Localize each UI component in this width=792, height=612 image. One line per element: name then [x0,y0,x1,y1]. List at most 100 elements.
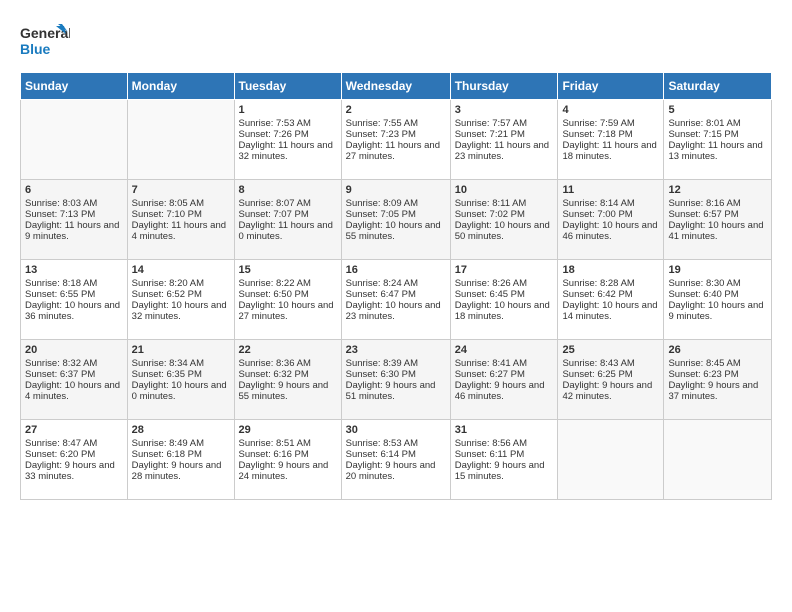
sunrise-text: Sunrise: 8:16 AM [668,198,767,209]
daylight-text: Daylight: 9 hours and 55 minutes. [239,380,337,402]
day-number: 27 [25,424,123,436]
day-cell: 12 Sunrise: 8:16 AMSunset: 6:57 PMDayligh… [664,180,772,260]
sunset-text: Sunset: 6:14 PM [346,449,446,460]
logo: GeneralBlue [20,20,70,62]
daylight-text: Daylight: 10 hours and 9 minutes. [668,300,767,322]
header-day-sunday: Sunday [21,73,128,100]
sunset-text: Sunset: 6:30 PM [346,369,446,380]
daylight-text: Daylight: 11 hours and 32 minutes. [239,140,337,162]
daylight-text: Daylight: 10 hours and 18 minutes. [455,300,554,322]
sunset-text: Sunset: 7:18 PM [562,129,659,140]
day-cell: 10Sunrise: 8:11 AMSunset: 7:02 PMDayligh… [450,180,558,260]
day-number: 18 [562,264,659,276]
day-number: 16 [346,264,446,276]
sunrise-text: Sunrise: 8:07 AM [239,198,337,209]
day-number: 17 [455,264,554,276]
daylight-text: Daylight: 9 hours and 42 minutes. [562,380,659,402]
header-day-thursday: Thursday [450,73,558,100]
sunrise-text: Sunrise: 8:34 AM [132,358,230,369]
daylight-text: Daylight: 9 hours and 46 minutes. [455,380,554,402]
daylight-text: Daylight: 10 hours and 14 minutes. [562,300,659,322]
header-day-saturday: Saturday [664,73,772,100]
sunset-text: Sunset: 6:27 PM [455,369,554,380]
day-cell: 30Sunrise: 8:53 AMSunset: 6:14 PMDayligh… [341,420,450,500]
day-number: 23 [346,344,446,356]
sunrise-text: Sunrise: 8:05 AM [132,198,230,209]
day-number: 13 [25,264,123,276]
day-cell: 14Sunrise: 8:20 AMSunset: 6:52 PMDayligh… [127,260,234,340]
day-cell: 5Sunrise: 8:01 AMSunset: 7:15 PMDaylight… [664,100,772,180]
sunrise-text: Sunrise: 8:39 AM [346,358,446,369]
sunrise-text: Sunrise: 8:01 AM [668,118,767,129]
day-number: 9 [346,184,446,196]
daylight-text: Daylight: 10 hours and 27 minutes. [239,300,337,322]
sunrise-text: Sunrise: 8:18 AM [25,278,123,289]
week-row-1: 6Sunrise: 8:03 AMSunset: 7:13 PMDaylight… [21,180,772,260]
sunrise-text: Sunrise: 8:51 AM [239,438,337,449]
sunset-text: Sunset: 7:05 PM [346,209,446,220]
daylight-text: Daylight: 11 hours and 9 minutes. [25,220,123,242]
day-cell [21,100,128,180]
daylight-text: Daylight: 10 hours and 0 minutes. [132,380,230,402]
sunrise-text: Sunrise: 8:49 AM [132,438,230,449]
daylight-text: Daylight: 9 hours and 51 minutes. [346,380,446,402]
daylight-text: Daylight: 10 hours and 50 minutes. [455,220,554,242]
sunset-text: Sunset: 6:23 PM [668,369,767,380]
day-cell: 17 Sunrise: 8:26 AMSunset: 6:45 PMDayligh… [450,260,558,340]
header-day-tuesday: Tuesday [234,73,341,100]
sunset-text: Sunset: 6:47 PM [346,289,446,300]
day-cell: 11Sunrise: 8:14 AMSunset: 7:00 PMDayligh… [558,180,664,260]
daylight-text: Daylight: 9 hours and 28 minutes. [132,460,230,482]
day-cell: 2Sunrise: 7:55 AMSunset: 7:23 PMDaylight… [341,100,450,180]
day-cell: 4Sunrise: 7:59 AMSunset: 7:18 PMDaylight… [558,100,664,180]
daylight-text: Daylight: 11 hours and 23 minutes. [455,140,554,162]
sunrise-text: Sunrise: 8:53 AM [346,438,446,449]
daylight-text: Daylight: 10 hours and 23 minutes. [346,300,446,322]
day-cell: 25Sunrise: 8:43 AMSunset: 6:25 PMDayligh… [558,340,664,420]
sunrise-text: Sunrise: 7:59 AM [562,118,659,129]
day-number: 21 [132,344,230,356]
daylight-text: Daylight: 10 hours and 41 minutes. [668,220,767,242]
sunset-text: Sunset: 6:57 PM [668,209,767,220]
sunset-text: Sunset: 6:16 PM [239,449,337,460]
sunrise-text: Sunrise: 7:55 AM [346,118,446,129]
sunset-text: Sunset: 6:40 PM [668,289,767,300]
sunrise-text: Sunrise: 8:30 AM [668,278,767,289]
daylight-text: Daylight: 10 hours and 32 minutes. [132,300,230,322]
day-number: 29 [239,424,337,436]
sunset-text: Sunset: 6:11 PM [455,449,554,460]
daylight-text: Daylight: 10 hours and 4 minutes. [25,380,123,402]
day-cell: 13Sunrise: 8:18 AMSunset: 6:55 PMDayligh… [21,260,128,340]
sunrise-text: Sunrise: 8:43 AM [562,358,659,369]
day-cell: 16Sunrise: 8:24 AMSunset: 6:47 PMDayligh… [341,260,450,340]
sunrise-text: Sunrise: 8:26 AM [455,278,554,289]
sunset-text: Sunset: 6:55 PM [25,289,123,300]
day-number: 6 [25,184,123,196]
sunrise-text: Sunrise: 8:56 AM [455,438,554,449]
day-number: 14 [132,264,230,276]
daylight-text: Daylight: 9 hours and 24 minutes. [239,460,337,482]
day-number: 7 [132,184,230,196]
day-number: 12 [668,184,767,196]
day-number: 11 [562,184,659,196]
day-number: 26 [668,344,767,356]
daylight-text: Daylight: 11 hours and 0 minutes. [239,220,337,242]
day-cell [127,100,234,180]
sunset-text: Sunset: 7:21 PM [455,129,554,140]
sunset-text: Sunset: 7:02 PM [455,209,554,220]
logo-svg: GeneralBlue [20,20,70,62]
svg-text:Blue: Blue [20,41,51,57]
day-cell: 26Sunrise: 8:45 AMSunset: 6:23 PMDayligh… [664,340,772,420]
sunset-text: Sunset: 7:26 PM [239,129,337,140]
day-number: 8 [239,184,337,196]
calendar-body: 1Sunrise: 7:53 AMSunset: 7:26 PMDaylight… [21,100,772,500]
sunrise-text: Sunrise: 7:57 AM [455,118,554,129]
day-cell: 3Sunrise: 7:57 AMSunset: 7:21 PMDaylight… [450,100,558,180]
day-cell: 1Sunrise: 7:53 AMSunset: 7:26 PMDaylight… [234,100,341,180]
day-cell: 28Sunrise: 8:49 AMSunset: 6:18 PMDayligh… [127,420,234,500]
sunset-text: Sunset: 6:32 PM [239,369,337,380]
day-number: 31 [455,424,554,436]
day-number: 20 [25,344,123,356]
header-day-friday: Friday [558,73,664,100]
sunset-text: Sunset: 6:45 PM [455,289,554,300]
